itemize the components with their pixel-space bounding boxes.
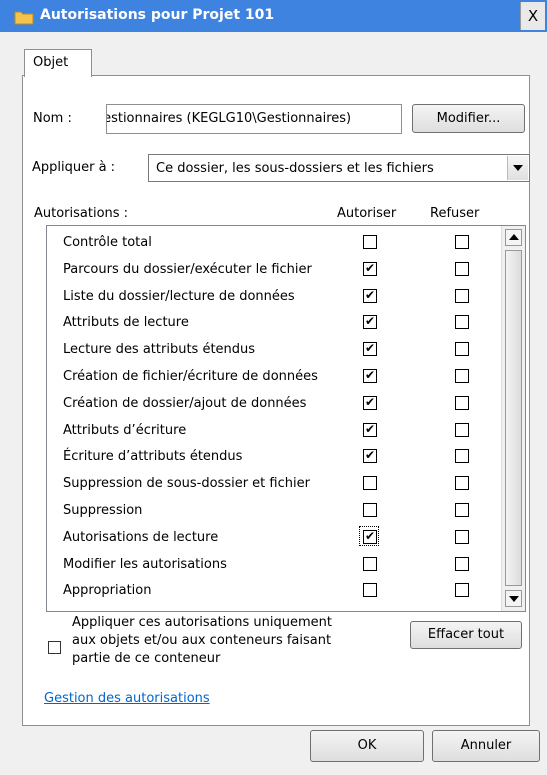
apply-only-checkbox[interactable] — [48, 641, 61, 654]
permission-row: Lecture des attributs étendus ✔ — [47, 335, 501, 361]
permission-row: Création de fichier/écriture de données ✔ — [47, 362, 501, 388]
allow-checkbox[interactable] — [363, 476, 377, 491]
apply-to-label: Appliquer à : — [32, 160, 116, 175]
deny-checkbox[interactable] — [455, 315, 469, 330]
deny-checkbox[interactable] — [455, 529, 469, 544]
vertical-scrollbar[interactable] — [501, 226, 525, 611]
permission-row: Écriture d’attributs étendus ✔ — [47, 442, 501, 468]
deny-checkbox[interactable] — [455, 235, 469, 249]
permission-row: Parcours du dossier/exécuter le fichier ✔ — [47, 255, 501, 281]
apply-only-label: Appliquer ces autorisations uniquement a… — [72, 614, 332, 668]
modify-button[interactable]: Modifier... — [412, 104, 525, 133]
allow-checkbox[interactable]: ✔ — [363, 448, 377, 464]
deny-checkbox[interactable] — [455, 288, 469, 303]
folder-icon — [14, 11, 34, 25]
tab-objet[interactable]: Objet — [24, 49, 92, 77]
deny-checkbox[interactable] — [455, 422, 469, 437]
name-value: Gestionnaires (KEGLG10\Gestionnaires) — [106, 111, 352, 126]
allow-checkbox[interactable] — [363, 556, 377, 571]
permission-label: Attributs d’écriture — [63, 422, 187, 438]
apply-to-select[interactable]: Ce dossier, les sous-dossiers et les fic… — [148, 154, 530, 182]
permission-label: Contrôle total — [63, 235, 152, 250]
manage-permissions-link[interactable]: Gestion des autorisations — [44, 691, 210, 706]
deny-column-header: Refuser — [430, 206, 480, 221]
permission-label: Liste du dossier/lecture de données — [63, 288, 295, 304]
deny-checkbox[interactable] — [455, 261, 469, 276]
tab-label: Objet — [33, 55, 69, 70]
permission-label: Lecture des attributs étendus — [63, 342, 256, 358]
permission-row: Attributs de lecture ✔ — [47, 308, 501, 334]
deny-checkbox[interactable] — [455, 449, 469, 464]
allow-checkbox[interactable]: ✔ — [363, 260, 377, 276]
check-icon: ✔ — [365, 260, 376, 275]
cancel-button[interactable]: Annuler — [432, 730, 540, 762]
permissions-list: Contrôle total Parcours du dossier/exécut… — [46, 225, 526, 612]
allow-checkbox[interactable]: ✔ — [363, 368, 377, 383]
permission-row: Création de dossier/ajout de données ✔ — [47, 389, 501, 415]
permission-row: Suppression — [47, 496, 501, 522]
permission-row: Suppression de sous-dossier et fichier — [47, 469, 501, 495]
allow-checkbox[interactable] — [363, 503, 377, 517]
check-icon: ✔ — [365, 394, 376, 409]
check-icon: ✔ — [365, 314, 376, 329]
apply-only-line-3: partie de ce conteneur — [72, 651, 221, 666]
deny-checkbox[interactable] — [455, 583, 469, 598]
permission-label: Suppression de sous-dossier et fichier — [63, 476, 310, 492]
check-icon: ✔ — [365, 448, 376, 463]
permission-label: Suppression — [63, 503, 143, 518]
window-title: Autorisations pour Projet 101 — [40, 7, 275, 23]
permission-row: Contrôle total — [47, 228, 501, 254]
scroll-up-icon[interactable] — [505, 229, 522, 246]
deny-checkbox[interactable] — [455, 342, 469, 357]
permission-label: Création de fichier/écriture de données — [63, 369, 318, 384]
name-label: Nom : — [33, 111, 72, 126]
permission-label: Parcours du dossier/exécuter le fichier — [63, 261, 312, 277]
permission-label: Attributs de lecture — [63, 315, 189, 331]
permission-label: Appropriation — [63, 583, 152, 599]
deny-checkbox[interactable] — [455, 369, 469, 383]
allow-checkbox[interactable]: ✔ — [363, 341, 377, 357]
permission-row: Appropriation — [47, 576, 501, 602]
close-button[interactable]: X — [520, 2, 545, 30]
check-icon: ✔ — [365, 528, 376, 543]
apply-only-line-1: Appliquer ces autorisations uniquement — [72, 615, 332, 630]
allow-checkbox[interactable]: ✔ — [363, 528, 377, 544]
clear-all-button[interactable]: Effacer tout — [410, 621, 522, 649]
permission-label: Écriture d’attributs étendus — [63, 449, 243, 465]
permission-row: Attributs d’écriture ✔ — [47, 416, 501, 442]
check-icon: ✔ — [365, 368, 376, 382]
deny-checkbox[interactable] — [455, 556, 469, 571]
deny-checkbox[interactable] — [455, 476, 469, 491]
allow-checkbox[interactable]: ✔ — [363, 287, 377, 303]
check-icon: ✔ — [365, 287, 376, 302]
permission-row: Liste du dossier/lecture de données ✔ — [47, 282, 501, 308]
name-field: Gestionnaires (KEGLG10\Gestionnaires) — [106, 104, 402, 134]
permission-row: Autorisations de lecture ✔ — [47, 523, 501, 549]
title-bar: Autorisations pour Projet 101 X — [0, 0, 547, 32]
permission-label: Création de dossier/ajout de données — [63, 395, 307, 411]
permissions-label: Autorisations : — [34, 206, 129, 221]
apply-only-line-2: aux objets et/ou aux conteneurs faisant — [72, 633, 332, 648]
allow-checkbox[interactable]: ✔ — [363, 421, 377, 437]
permission-label: Autorisations de lecture — [63, 529, 219, 545]
permission-label: Modifier les autorisations — [63, 556, 227, 572]
chevron-down-icon[interactable] — [507, 156, 528, 180]
allow-column-header: Autoriser — [337, 206, 397, 221]
check-icon: ✔ — [365, 421, 376, 436]
check-icon: ✔ — [365, 341, 376, 356]
deny-checkbox[interactable] — [455, 503, 469, 517]
apply-to-value: Ce dossier, les sous-dossiers et les fic… — [156, 161, 434, 176]
allow-checkbox[interactable] — [363, 235, 377, 249]
scroll-thumb[interactable] — [505, 250, 522, 586]
scroll-down-icon[interactable] — [505, 590, 522, 607]
permission-row: Modifier les autorisations — [47, 550, 501, 576]
ok-button[interactable]: OK — [310, 730, 424, 762]
allow-checkbox[interactable]: ✔ — [363, 394, 377, 410]
deny-checkbox[interactable] — [455, 395, 469, 410]
allow-checkbox[interactable]: ✔ — [363, 314, 377, 330]
allow-checkbox[interactable] — [363, 583, 377, 598]
